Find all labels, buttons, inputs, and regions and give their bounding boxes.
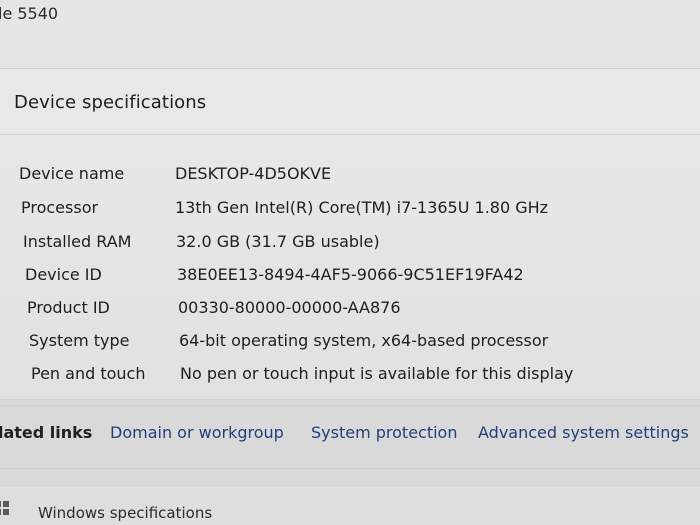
spec-row-installed-ram: Installed RAM 32.0 GB (31.7 GB usable) bbox=[0, 232, 700, 262]
advanced-system-settings-link[interactable]: Advanced system settings bbox=[478, 423, 689, 442]
spec-value: DESKTOP-4D5OKVE bbox=[175, 164, 332, 183]
domain-or-workgroup-link[interactable]: Domain or workgroup bbox=[110, 423, 284, 442]
spec-row-processor: Processor 13th Gen Intel(R) Core(TM) i7-… bbox=[0, 198, 700, 228]
related-links-label: lated links bbox=[0, 423, 93, 442]
spec-row-device-id: Device ID 38E0EE13-8494-4AF5-9066-9C51EF… bbox=[0, 265, 700, 295]
spec-label: Installed RAM bbox=[23, 232, 132, 251]
spec-value: 32.0 GB (31.7 GB usable) bbox=[176, 232, 380, 251]
windows-logo-icon bbox=[0, 501, 9, 515]
spec-label: Product ID bbox=[27, 298, 110, 317]
device-model-text: le 5540 bbox=[0, 4, 59, 23]
card-divider bbox=[0, 134, 700, 135]
device-specifications-title: Device specifications bbox=[14, 92, 207, 113]
system-protection-link[interactable]: System protection bbox=[311, 423, 457, 442]
spec-value: 64-bit operating system, x64-based proce… bbox=[179, 331, 549, 350]
spec-value: 13th Gen Intel(R) Core(TM) i7-1365U 1.80… bbox=[175, 198, 549, 217]
spec-row-device-name: Device name DESKTOP-4D5OKVE bbox=[0, 164, 700, 194]
spec-value: 00330-80000-00000-AA876 bbox=[178, 298, 401, 317]
spec-value: 38E0EE13-8494-4AF5-9066-9C51EF19FA42 bbox=[177, 265, 524, 284]
spec-label: Processor bbox=[21, 198, 99, 217]
spec-label: Device name bbox=[19, 164, 125, 183]
spec-value: No pen or touch input is available for t… bbox=[180, 364, 574, 383]
spec-row-pen-and-touch: Pen and touch No pen or touch input is a… bbox=[0, 364, 700, 394]
spec-label: Pen and touch bbox=[31, 364, 146, 383]
windows-specifications-label: Windows specifications bbox=[38, 504, 213, 522]
spec-label: Device ID bbox=[25, 265, 102, 284]
settings-screen: le 5540 Device specifications Device nam… bbox=[0, 0, 700, 525]
spec-row-system-type: System type 64-bit operating system, x64… bbox=[0, 331, 700, 361]
spec-row-product-id: Product ID 00330-80000-00000-AA876 bbox=[0, 298, 700, 328]
top-strip bbox=[0, 0, 700, 34]
spec-label: System type bbox=[29, 331, 130, 350]
